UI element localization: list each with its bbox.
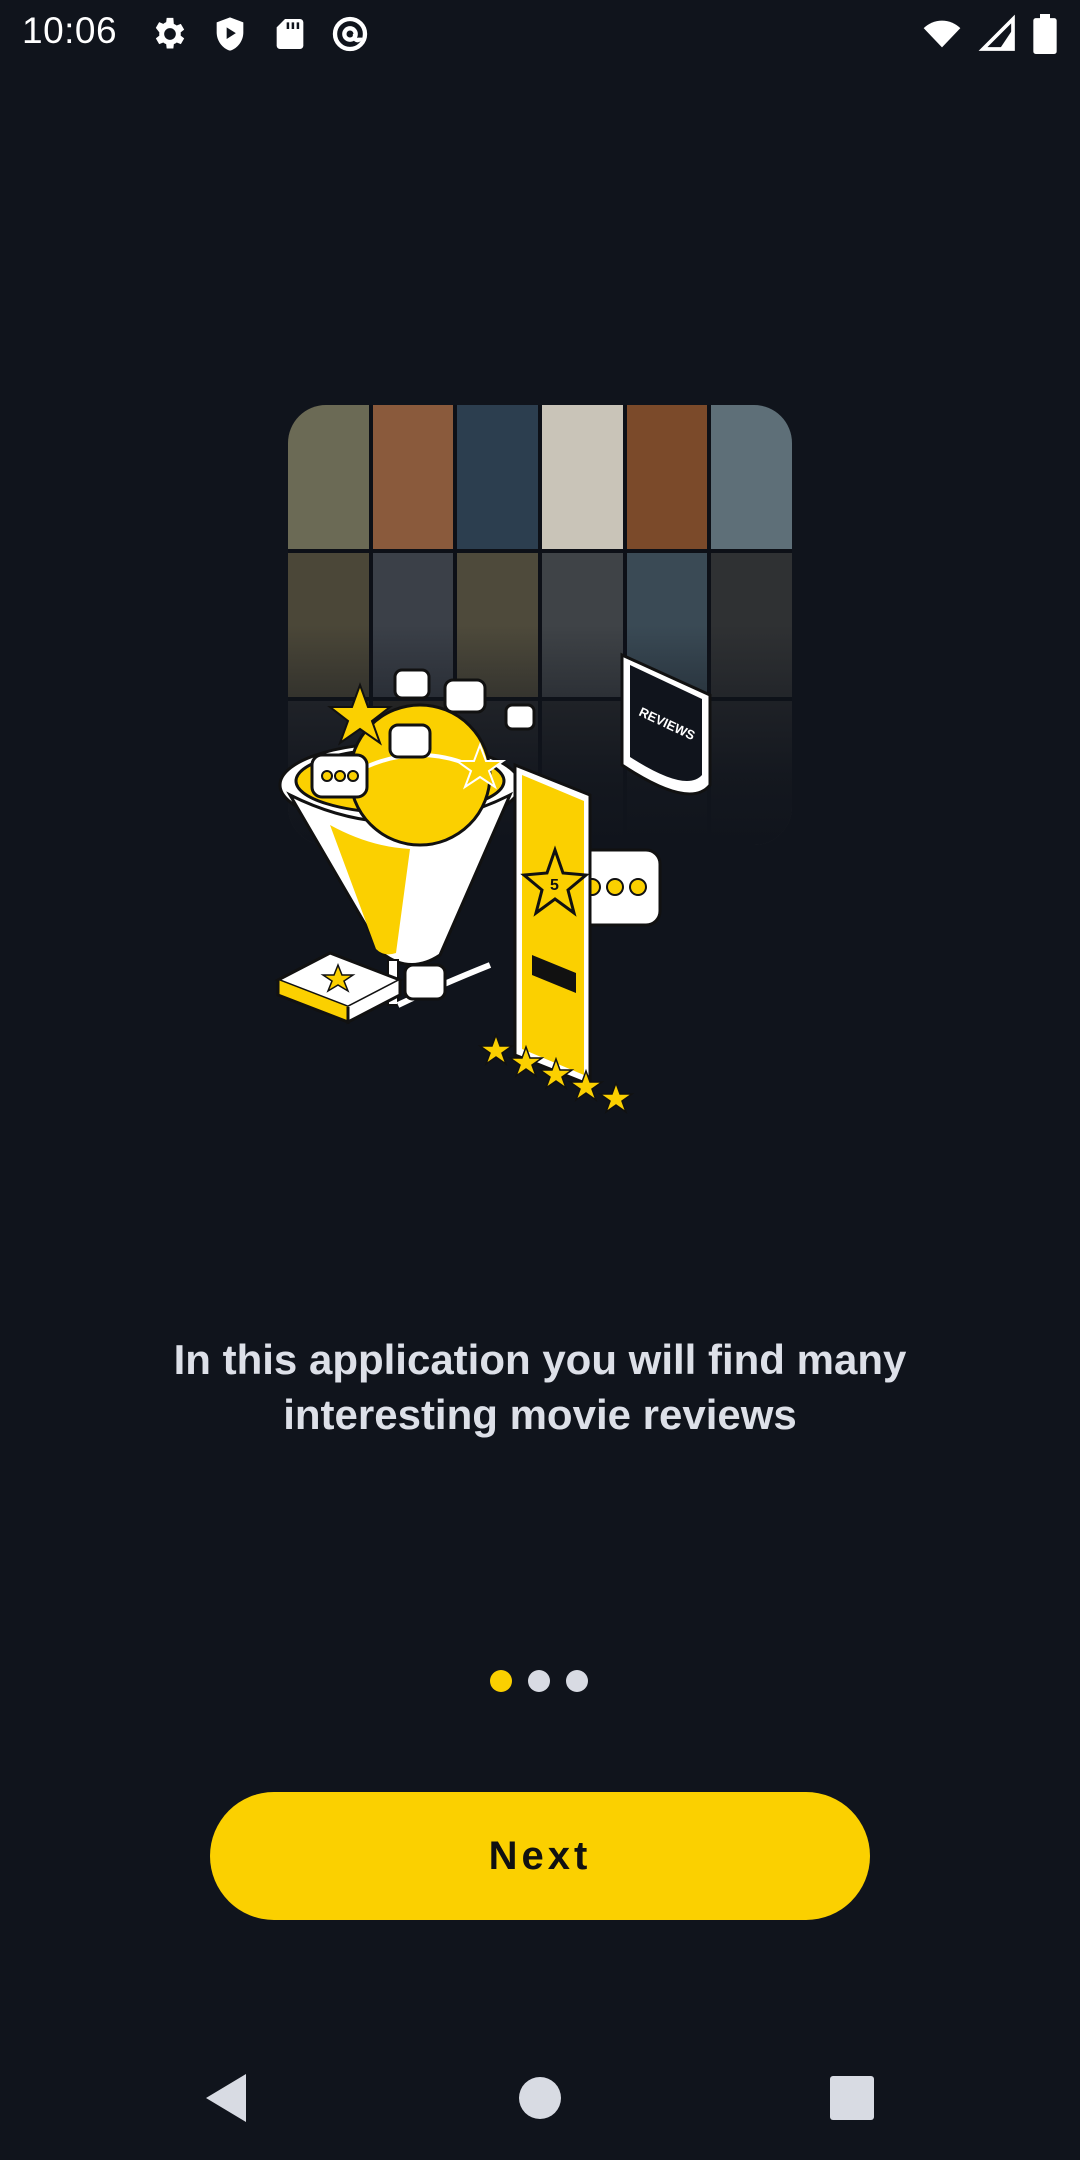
movie-poster (288, 405, 369, 549)
at-sign-icon (332, 16, 368, 52)
sd-card-icon (276, 19, 304, 49)
movie-poster (541, 405, 623, 549)
page-dot-active (490, 1670, 512, 1692)
status-icons-right (920, 14, 1058, 54)
recents-icon[interactable] (822, 2068, 882, 2128)
ticket-stack (274, 951, 404, 1025)
status-time: 10:06 (22, 10, 118, 51)
page-indicator (490, 1670, 588, 1692)
hero-illustration: REVIEWS 5 (270, 405, 810, 1155)
reviews-funnel-illustration: REVIEWS 5 (274, 652, 712, 1114)
settings-icon (155, 17, 185, 49)
home-icon[interactable] (510, 2068, 570, 2128)
page-dot (528, 1670, 550, 1692)
wifi-icon (923, 20, 961, 48)
back-icon[interactable] (198, 2068, 258, 2128)
onboarding-description: In this application you will find many i… (173, 1336, 907, 1438)
phone-graphic: 5 (513, 762, 592, 1088)
movie-poster (711, 405, 792, 549)
movie-poster (372, 405, 454, 549)
movie-poster (626, 405, 708, 549)
svg-text:5: 5 (550, 877, 559, 894)
status-bar: 10:06 (0, 0, 1080, 66)
navigation-bar (0, 2040, 1080, 2160)
cellular-signal-icon (978, 14, 1015, 51)
movie-poster (457, 405, 538, 549)
next-button[interactable]: Next (210, 1792, 870, 1920)
reviews-card: REVIEWS (620, 652, 712, 796)
battery-icon (1033, 14, 1057, 54)
shield-play-icon (216, 17, 244, 51)
status-icons-left (150, 14, 370, 54)
page-dot (566, 1670, 588, 1692)
